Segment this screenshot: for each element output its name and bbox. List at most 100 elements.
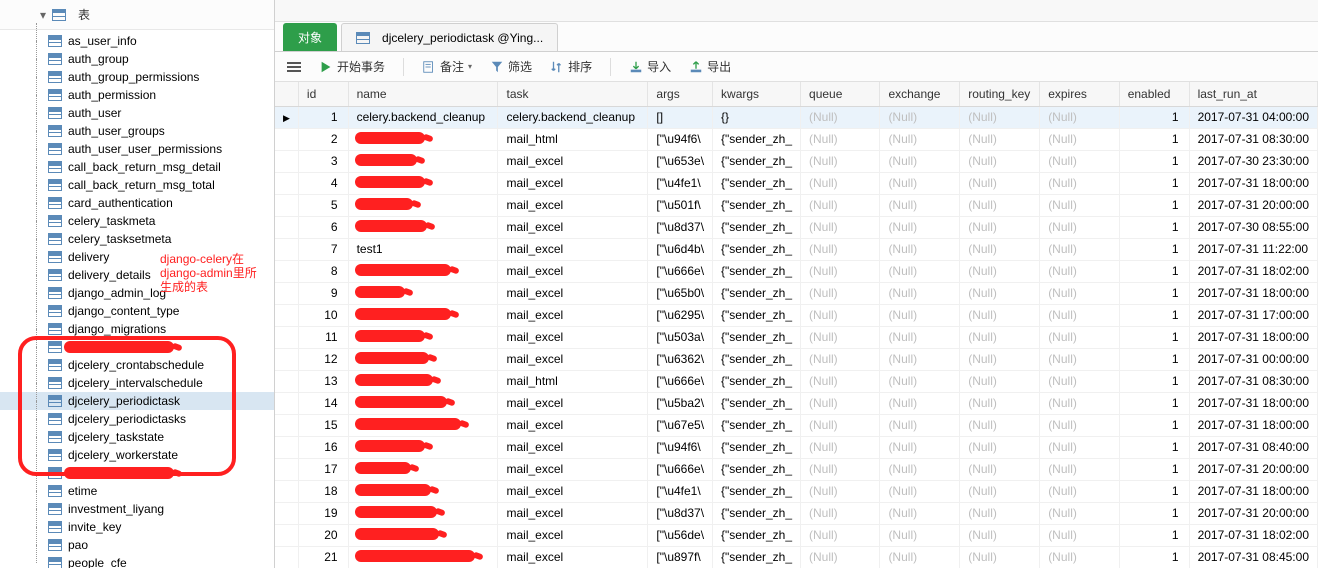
col-kwargs[interactable]: kwargs	[713, 82, 801, 106]
cell[interactable]: (Null)	[880, 260, 960, 282]
cell[interactable]: ["\u666e\	[648, 458, 713, 480]
cell[interactable]: (Null)	[960, 436, 1040, 458]
tree-item-etime[interactable]: etime	[0, 482, 274, 500]
cell[interactable]: ["\u6362\	[648, 348, 713, 370]
cell[interactable]: 1	[1119, 546, 1189, 568]
table-row[interactable]: 10mail_excel["\u6295\{"sender_zh_(Null)(…	[275, 304, 1318, 326]
cell[interactable]: (Null)	[880, 458, 960, 480]
col-name[interactable]: name	[348, 82, 498, 106]
tab-object[interactable]: 对象	[283, 23, 337, 51]
tree-item-call_back_return_msg_detail[interactable]: call_back_return_msg_detail	[0, 158, 274, 176]
cell[interactable]: (Null)	[880, 348, 960, 370]
cell[interactable]: 1	[1119, 414, 1189, 436]
cell[interactable]: (Null)	[1040, 370, 1120, 392]
cell[interactable]: 2017-07-31 20:00:00	[1189, 502, 1317, 524]
cell[interactable]: (Null)	[960, 546, 1040, 568]
cell[interactable]: mail_excel	[498, 436, 648, 458]
cell[interactable]: (Null)	[1040, 502, 1120, 524]
cell[interactable]: 14	[298, 392, 348, 414]
cell[interactable]	[348, 458, 498, 480]
cell[interactable]: ["\u94f6\	[648, 436, 713, 458]
cell[interactable]: (Null)	[880, 370, 960, 392]
cell[interactable]: (Null)	[960, 502, 1040, 524]
cell[interactable]: (Null)	[880, 282, 960, 304]
cell[interactable]	[275, 304, 298, 326]
col-expires[interactable]: expires	[1040, 82, 1120, 106]
cell[interactable]	[275, 348, 298, 370]
cell[interactable]: (Null)	[1040, 150, 1120, 172]
cell[interactable]	[275, 282, 298, 304]
cell[interactable]: (Null)	[960, 216, 1040, 238]
hamburger-button[interactable]	[287, 62, 301, 72]
cell[interactable]: 9	[298, 282, 348, 304]
cell[interactable]: {"sender_zh_	[713, 260, 801, 282]
cell[interactable]: (Null)	[801, 216, 880, 238]
cell[interactable]: ["\u65b0\	[648, 282, 713, 304]
cell[interactable]: (Null)	[880, 392, 960, 414]
cell[interactable]: mail_excel	[498, 216, 648, 238]
table-row[interactable]: 11mail_excel["\u503a\{"sender_zh_(Null)(…	[275, 326, 1318, 348]
cell[interactable]: 1	[1119, 282, 1189, 304]
cell[interactable]: 1	[1119, 348, 1189, 370]
data-grid[interactable]: idnametaskargskwargsqueueexchangerouting…	[275, 82, 1318, 568]
cell[interactable]: (Null)	[1040, 326, 1120, 348]
cell[interactable]	[275, 414, 298, 436]
cell[interactable]: {"sender_zh_	[713, 326, 801, 348]
cell[interactable]: (Null)	[801, 194, 880, 216]
cell[interactable]	[348, 282, 498, 304]
col-pointer[interactable]	[275, 82, 298, 106]
tree-item-djcelery_workerstate[interactable]: djcelery_workerstate	[0, 446, 274, 464]
cell[interactable]: 16	[298, 436, 348, 458]
cell[interactable]	[275, 260, 298, 282]
cell[interactable]: mail_excel	[498, 194, 648, 216]
cell[interactable]: 1	[1119, 392, 1189, 414]
tree-item-card_authentication[interactable]: card_authentication	[0, 194, 274, 212]
cell[interactable]	[348, 480, 498, 502]
cell[interactable]	[348, 502, 498, 524]
tree-item-auth_user_groups[interactable]: auth_user_groups	[0, 122, 274, 140]
cell[interactable]: 1	[1119, 524, 1189, 546]
cell[interactable]: (Null)	[1040, 392, 1120, 414]
cell[interactable]	[348, 172, 498, 194]
cell[interactable]: 3	[298, 150, 348, 172]
cell[interactable]: (Null)	[1040, 172, 1120, 194]
cell[interactable]: 2	[298, 128, 348, 150]
cell[interactable]: (Null)	[880, 480, 960, 502]
table-row[interactable]: 15mail_excel["\u67e5\{"sender_zh_(Null)(…	[275, 414, 1318, 436]
col-queue[interactable]: queue	[801, 82, 880, 106]
cell[interactable]: 7	[298, 238, 348, 260]
cell[interactable]: {"sender_zh_	[713, 480, 801, 502]
table-row[interactable]: 6mail_excel["\u8d37\{"sender_zh_(Null)(N…	[275, 216, 1318, 238]
cell[interactable]	[348, 392, 498, 414]
cell[interactable]: 2017-07-31 08:30:00	[1189, 370, 1317, 392]
cell[interactable]: (Null)	[960, 282, 1040, 304]
tree-item-django_admin_log[interactable]: django_admin_log	[0, 284, 274, 302]
cell[interactable]: (Null)	[880, 414, 960, 436]
cell[interactable]: 2017-07-31 18:00:00	[1189, 172, 1317, 194]
cell[interactable]	[275, 326, 298, 348]
cell[interactable]: (Null)	[880, 502, 960, 524]
cell[interactable]: mail_excel	[498, 150, 648, 172]
cell[interactable]: 1	[1119, 128, 1189, 150]
cell[interactable]: ["\u5ba2\	[648, 392, 713, 414]
cell[interactable]: mail_excel	[498, 480, 648, 502]
cell[interactable]: mail_excel	[498, 238, 648, 260]
cell[interactable]: (Null)	[880, 216, 960, 238]
cell[interactable]: (Null)	[880, 150, 960, 172]
cell[interactable]: {"sender_zh_	[713, 392, 801, 414]
cell[interactable]: (Null)	[960, 458, 1040, 480]
cell[interactable]: (Null)	[1040, 282, 1120, 304]
sort-button[interactable]: 排序	[550, 58, 592, 75]
tree-item-invite_key[interactable]: invite_key	[0, 518, 274, 536]
cell[interactable]: mail_html	[498, 128, 648, 150]
cell[interactable]	[348, 260, 498, 282]
cell[interactable]: (Null)	[801, 546, 880, 568]
cell[interactable]: 1	[1119, 326, 1189, 348]
table-row[interactable]: 18mail_excel["\u4fe1\{"sender_zh_(Null)(…	[275, 480, 1318, 502]
cell[interactable]: 1	[1119, 370, 1189, 392]
cell[interactable]: {"sender_zh_	[713, 216, 801, 238]
tree-item-djcelery_periodictask[interactable]: djcelery_periodictask	[0, 392, 274, 410]
cell[interactable]: mail_excel	[498, 260, 648, 282]
cell[interactable]: 18	[298, 480, 348, 502]
cell[interactable]: 5	[298, 194, 348, 216]
